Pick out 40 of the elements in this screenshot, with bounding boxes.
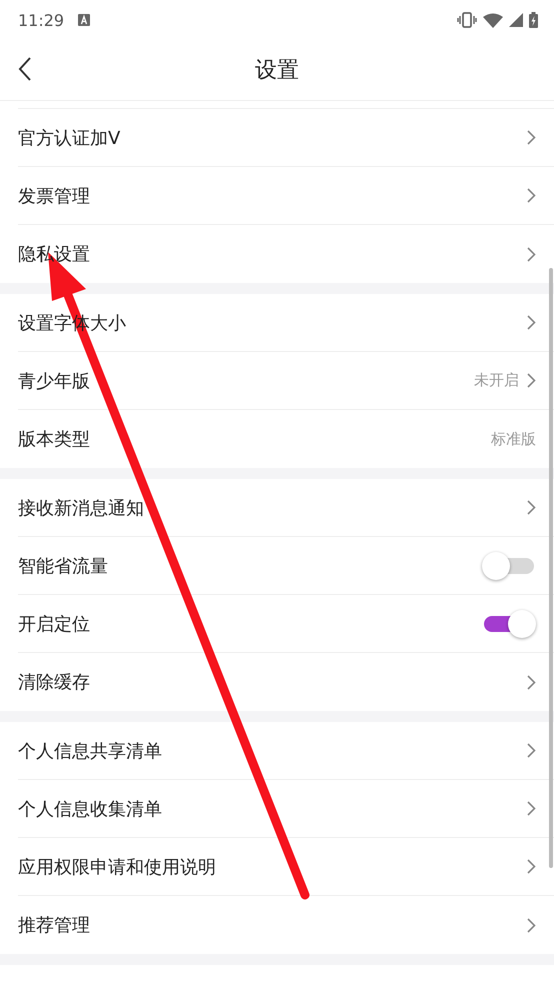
toggle-switch[interactable] (482, 552, 536, 580)
item-label: 个人信息共享清单 (18, 740, 163, 762)
settings-item[interactable]: 隐私设置 (18, 225, 554, 283)
status-time: 11:29 (18, 10, 64, 30)
chevron-right-icon (527, 500, 536, 515)
chevron-left-icon (18, 56, 32, 82)
item-label: 个人信息收集清单 (18, 798, 163, 820)
settings-item[interactable]: 推荐管理 (18, 896, 554, 954)
item-label: 推荐管理 (18, 914, 91, 937)
chevron-right-icon (527, 246, 536, 262)
item-label: 应用权限申请和使用说明 (18, 856, 217, 878)
item-label: 接收新消息通知 (18, 496, 145, 520)
item-label: 官方认证加V (18, 126, 122, 150)
item-label: 发票管理 (18, 184, 91, 208)
settings-item[interactable]: 清除缓存 (18, 653, 554, 711)
notification-icon (78, 14, 90, 26)
chevron-right-icon (527, 674, 536, 690)
signal-icon (509, 13, 523, 27)
wifi-icon (483, 12, 503, 28)
chevron-right-icon (527, 743, 536, 758)
item-label: 智能省流量 (18, 554, 109, 578)
page-title: 设置 (255, 57, 299, 85)
chevron-right-icon (527, 188, 536, 203)
item-label: 青少年版 (18, 370, 91, 392)
chevron-right-icon (527, 130, 536, 145)
item-value: 标准版 (491, 430, 536, 448)
battery-charging-icon (529, 12, 538, 28)
chevron-right-icon (527, 801, 536, 816)
item-label: 版本类型 (18, 428, 91, 451)
scrollbar[interactable] (549, 268, 553, 868)
chevron-right-icon (527, 315, 536, 330)
toggle-switch[interactable] (482, 610, 536, 638)
item-label: 清除缓存 (18, 671, 91, 694)
item-label: 隐私设置 (18, 243, 91, 266)
vibrate-icon (457, 12, 477, 28)
item-label: 开启定位 (18, 612, 91, 636)
chevron-right-icon (527, 859, 536, 874)
chevron-right-icon (527, 373, 536, 388)
chevron-right-icon (527, 918, 536, 932)
item-value: 未开启 (474, 371, 519, 390)
